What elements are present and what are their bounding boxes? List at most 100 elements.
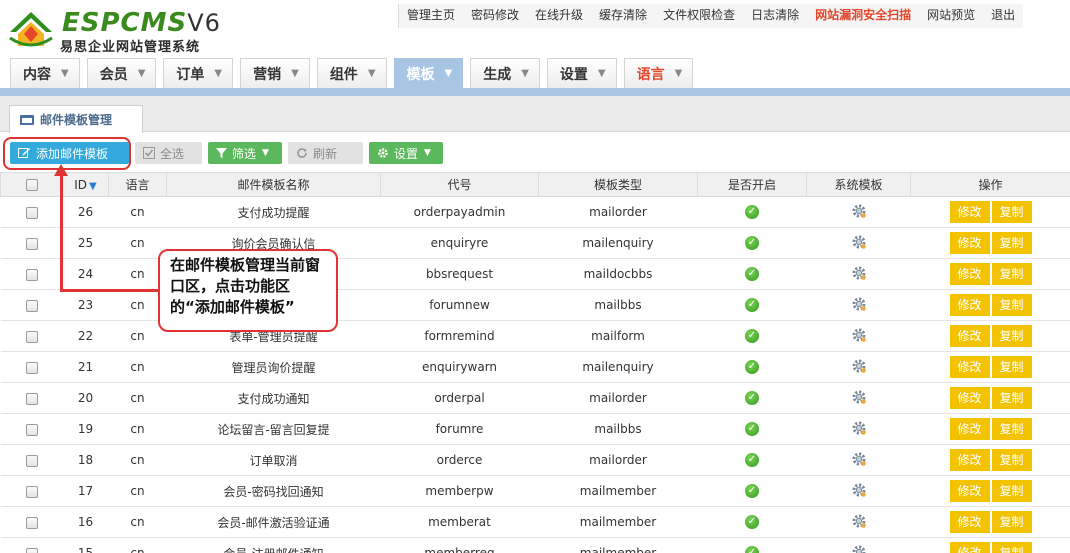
select-all-button[interactable]: 全选 [135, 142, 202, 164]
row-checkbox[interactable] [0, 258, 63, 290]
main-nav-label: 语言 [636, 66, 665, 83]
gear-icon[interactable] [851, 544, 867, 553]
gear-icon[interactable] [851, 451, 867, 470]
row-checkbox[interactable] [0, 289, 63, 321]
check-circle-icon[interactable]: ✓ [745, 236, 759, 251]
edit-button[interactable]: 修改 [949, 201, 990, 223]
top-nav-link[interactable]: 密码修改 [463, 4, 527, 28]
gear-icon[interactable] [851, 513, 867, 532]
gear-icon[interactable] [851, 420, 867, 439]
row-checkbox[interactable] [0, 196, 63, 228]
cell-actions: 修改 复制 [910, 258, 1070, 290]
cell-type: mailmember [538, 475, 698, 507]
edit-button[interactable]: 修改 [949, 511, 990, 533]
main-nav-item[interactable]: 设置 ▼ [546, 58, 617, 88]
check-circle-icon[interactable]: ✓ [745, 329, 759, 344]
copy-button[interactable]: 复制 [991, 387, 1032, 409]
gear-icon[interactable] [851, 203, 867, 222]
gear-icon[interactable] [851, 296, 867, 315]
gear-icon[interactable] [851, 482, 867, 501]
edit-button[interactable]: 修改 [949, 542, 990, 553]
top-nav-link[interactable]: 文件权限检查 [655, 4, 743, 28]
main-nav-item[interactable]: 订单 ▼ [163, 58, 234, 88]
main-nav-item[interactable]: 生成 ▼ [470, 58, 540, 88]
check-circle-icon[interactable]: ✓ [745, 391, 759, 406]
edit-button[interactable]: 修改 [949, 387, 990, 409]
copy-button[interactable]: 复制 [991, 449, 1032, 471]
main-nav-item[interactable]: 模板 ▼ [393, 58, 464, 88]
edit-button[interactable]: 修改 [949, 418, 990, 440]
gear-icon[interactable] [851, 234, 867, 253]
cell-system [806, 444, 911, 476]
top-nav-link[interactable]: 退出 [983, 4, 1023, 28]
gear-icon[interactable] [851, 389, 867, 408]
cell-id: 22 [62, 320, 109, 352]
check-circle-icon[interactable]: ✓ [745, 422, 759, 437]
gear-icon[interactable] [851, 358, 867, 377]
top-nav-link[interactable]: 管理主页 [399, 4, 463, 28]
copy-button[interactable]: 复制 [991, 325, 1032, 347]
check-circle-icon[interactable]: ✓ [745, 298, 759, 313]
refresh-button[interactable]: 刷新 [288, 142, 363, 164]
logo[interactable]: ESPCMSV6 易思企业网站管理系统 [6, 6, 236, 55]
select-all-checkbox[interactable] [0, 172, 63, 197]
edit-button[interactable]: 修改 [949, 480, 990, 502]
row-checkbox[interactable] [0, 444, 63, 476]
check-circle-icon[interactable]: ✓ [745, 484, 759, 499]
logo-mark-icon [9, 12, 53, 47]
top-nav-link[interactable]: 网站预览 [919, 4, 983, 28]
top-nav-link[interactable]: 缓存清除 [591, 4, 655, 28]
main-nav-item[interactable]: 语言 ▼ [623, 58, 694, 88]
check-circle-icon[interactable]: ✓ [745, 515, 759, 530]
cell-enabled: ✓ [697, 382, 807, 414]
main-nav-label: 会员 [99, 66, 128, 83]
edit-button[interactable]: 修改 [949, 294, 990, 316]
cell-enabled: ✓ [697, 475, 807, 507]
edit-button[interactable]: 修改 [949, 263, 990, 285]
row-checkbox[interactable] [0, 475, 63, 507]
edit-button[interactable]: 修改 [949, 356, 990, 378]
main-nav-item[interactable]: 内容 ▼ [10, 58, 80, 88]
gear-icon[interactable] [851, 327, 867, 346]
check-circle-icon[interactable]: ✓ [745, 546, 759, 553]
settings-button[interactable]: 设置 ▼ [369, 142, 443, 164]
copy-button[interactable]: 复制 [991, 294, 1032, 316]
copy-button[interactable]: 复制 [991, 356, 1032, 378]
check-circle-icon[interactable]: ✓ [745, 267, 759, 282]
check-circle-icon[interactable]: ✓ [745, 453, 759, 468]
cell-actions: 修改 复制 [910, 196, 1070, 228]
edit-button[interactable]: 修改 [949, 325, 990, 347]
row-checkbox[interactable] [0, 351, 63, 383]
main-nav-item[interactable]: 营销 ▼ [240, 58, 310, 88]
gear-icon [378, 148, 388, 158]
copy-button[interactable]: 复制 [991, 511, 1032, 533]
edit-button[interactable]: 修改 [949, 449, 990, 471]
top-nav-link[interactable]: 日志清除 [743, 4, 807, 28]
filter-button[interactable]: 筛选 ▼ [208, 142, 282, 164]
check-circle-icon[interactable]: ✓ [745, 205, 759, 220]
row-checkbox[interactable] [0, 227, 63, 259]
main-nav-item[interactable]: 组件 ▼ [316, 58, 387, 88]
row-checkbox[interactable] [0, 506, 63, 538]
copy-button[interactable]: 复制 [991, 480, 1032, 502]
row-checkbox[interactable] [0, 413, 63, 445]
gear-icon[interactable] [851, 265, 867, 284]
top-nav-link[interactable]: 在线升级 [527, 4, 591, 28]
main-nav-item[interactable]: 会员 ▼ [86, 58, 157, 88]
id-column-header[interactable]: ID ▼ [62, 172, 109, 197]
edit-button[interactable]: 修改 [949, 232, 990, 254]
copy-button[interactable]: 复制 [991, 418, 1032, 440]
column-header: 邮件模板名称 [166, 172, 381, 197]
row-checkbox[interactable] [0, 537, 63, 553]
copy-button[interactable]: 复制 [991, 201, 1032, 223]
copy-button[interactable]: 复制 [991, 232, 1032, 254]
check-circle-icon[interactable]: ✓ [745, 360, 759, 375]
tab-title: 邮件模板管理 [40, 113, 113, 127]
top-nav-link[interactable]: 网站漏洞安全扫描 [807, 4, 919, 28]
tab-mail-template-manage[interactable]: 邮件模板管理 [9, 105, 143, 133]
row-checkbox[interactable] [0, 320, 63, 352]
copy-button[interactable]: 复制 [991, 263, 1032, 285]
row-checkbox[interactable] [0, 382, 63, 414]
cell-lang: cn [108, 475, 167, 507]
copy-button[interactable]: 复制 [991, 542, 1032, 553]
